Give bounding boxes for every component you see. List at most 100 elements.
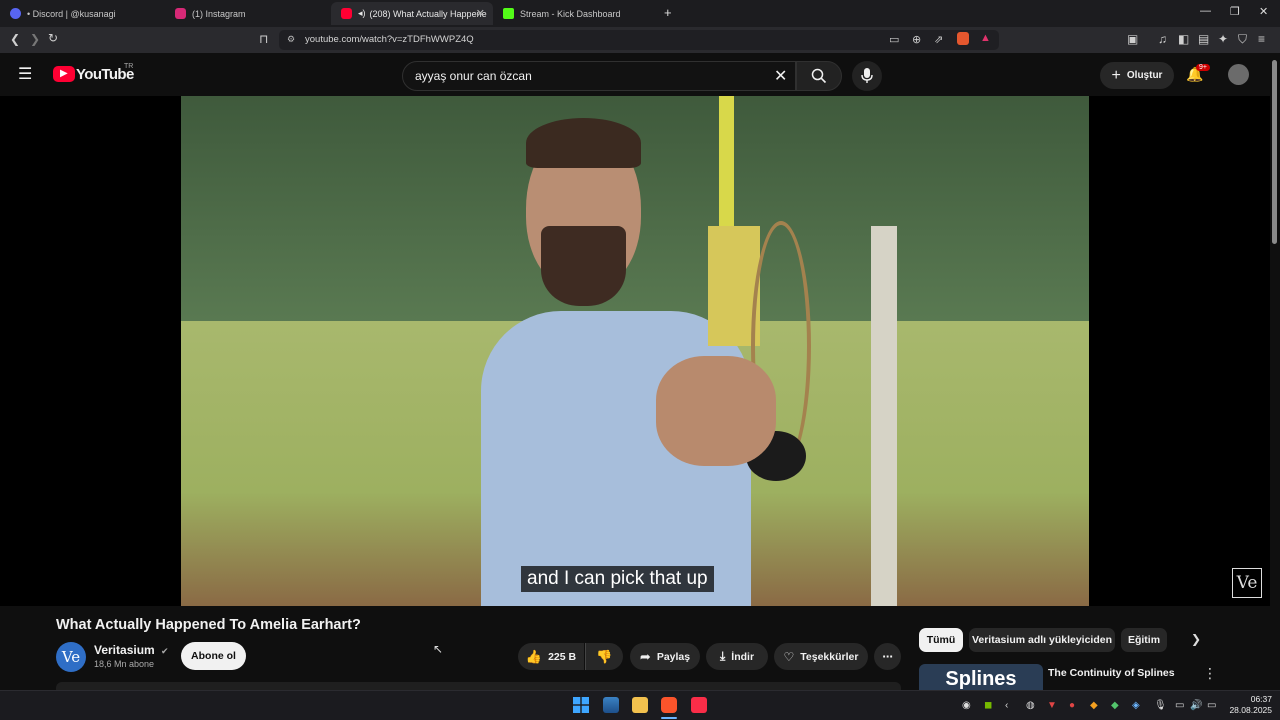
heart-dollar-icon: ♡ (783, 649, 795, 664)
share-icon: ➦ (639, 648, 651, 664)
tray-arrow-icon[interactable]: ‹ (1005, 700, 1008, 711)
menu-icon[interactable]: ≡ (1258, 32, 1265, 46)
url-field[interactable]: ⚙ youtube.com/watch?v=zTDFhWWPZ4Q ▭ ⊕ ⇗ … (279, 30, 999, 50)
sidebar-toggle-icon[interactable]: ▣ (1127, 32, 1138, 46)
tray-red-icon[interactable]: ▼ (1047, 700, 1057, 711)
tray-blue-icon[interactable]: ◈ (1132, 700, 1140, 711)
music-app-icon[interactable] (691, 697, 707, 713)
thanks-button[interactable]: ♡ Teşekkürler (774, 643, 868, 670)
tab-discord[interactable]: • Discord | @kusanagi (0, 2, 165, 25)
verified-icon: ✔ (161, 646, 169, 656)
split-view-icon[interactable]: ◧ (1178, 32, 1189, 46)
channel-avatar[interactable]: Ve (56, 642, 86, 672)
video-frame[interactable] (181, 96, 1089, 606)
volume-icon[interactable]: 🔊 (1190, 700, 1202, 711)
new-tab-button[interactable]: + (664, 5, 672, 20)
video-caption: and I can pick that up (521, 566, 714, 592)
tray-green-icon[interactable]: ◆ (1111, 700, 1119, 711)
back-icon[interactable]: ❮ (10, 32, 20, 46)
video-title: What Actually Happened To Amelia Earhart… (56, 617, 361, 633)
chevron-right-icon[interactable]: ❯ (1191, 632, 1201, 646)
page-scrollbar[interactable] (1272, 60, 1277, 244)
thumbs-down-icon: 👎 (596, 648, 613, 664)
restore-icon[interactable]: ❐ (1230, 5, 1240, 18)
tab-instagram[interactable]: (1) Instagram (165, 2, 330, 25)
widgets-icon[interactable] (603, 697, 619, 713)
music-icon[interactable]: ♫ (1158, 32, 1167, 46)
chip-all[interactable]: Tümü (919, 628, 963, 652)
youtube-header: ☰ ▶ YouTube TR ayyaş onur can özcan ✕ + … (0, 53, 1280, 96)
search-input[interactable]: ayyaş onur can özcan ✕ (402, 61, 796, 91)
hamburger-menu-icon[interactable]: ☰ (18, 64, 32, 84)
related-video-title[interactable]: The Continuity of Splines (1048, 667, 1175, 679)
brave-shield-icon[interactable] (957, 32, 969, 45)
speaker-icon: ◂) (358, 8, 366, 18)
share-button[interactable]: ➦ Paylaş (630, 643, 700, 670)
voice-search-button[interactable] (852, 61, 882, 91)
wallet-icon[interactable]: ▤ (1198, 32, 1209, 46)
create-button[interactable]: + Oluştur (1100, 62, 1174, 89)
tab-label: (208) What Actually Happene (369, 8, 487, 19)
youtube-favicon (341, 8, 352, 19)
thumbs-up-icon: 👍 (525, 648, 543, 664)
more-horizontal-icon: ⋯ (882, 650, 893, 663)
youtube-logo-icon[interactable]: ▶ (53, 66, 75, 82)
brave-browser-icon[interactable] (661, 697, 677, 713)
tray-app-icon[interactable]: ◉ (962, 700, 971, 711)
discord-icon (10, 8, 21, 19)
description-box[interactable] (56, 682, 901, 690)
more-actions-button[interactable]: ⋯ (874, 643, 901, 670)
related-more-icon[interactable]: ⋮ (1203, 665, 1217, 682)
like-button[interactable]: 👍 225 B (518, 643, 584, 670)
system-clock[interactable]: 06:37 28.08.2025 (1228, 694, 1272, 716)
chip-education[interactable]: Eğitim (1121, 628, 1167, 652)
reload-icon[interactable]: ↻ (48, 31, 58, 45)
related-video-thumbnail[interactable]: Splines (919, 664, 1043, 690)
close-tab-icon[interactable]: ✕ (476, 7, 485, 20)
tray-orange-icon[interactable]: ◆ (1090, 700, 1098, 711)
instagram-icon (175, 8, 186, 19)
like-count: 225 B (548, 650, 577, 663)
site-info-icon[interactable]: ⚙ (287, 34, 295, 45)
file-explorer-icon[interactable] (632, 697, 648, 713)
vpn-icon[interactable]: ⛉ (1238, 32, 1247, 47)
account-avatar[interactable] (1228, 64, 1249, 85)
person-hand (656, 356, 776, 466)
create-label: Oluştur (1126, 70, 1163, 81)
steam-icon[interactable]: ◍ (1026, 700, 1035, 711)
tab-youtube-active[interactable]: ◂) (208) What Actually Happene ✕ (331, 2, 493, 25)
windows-taskbar: ◉ ◼ ‹ ◍ ▼ ● ◆ ◆ ◈ 🎙 ▭ 🔊 ▭ 06:37 28.08.20… (0, 690, 1280, 720)
nvidia-icon[interactable]: ◼ (984, 700, 992, 711)
battery-icon[interactable]: ▭ (1207, 700, 1216, 711)
network-icon[interactable]: ▭ (1175, 700, 1184, 711)
clear-search-icon[interactable]: ✕ (774, 66, 787, 86)
close-window-icon[interactable]: ✕ (1259, 5, 1268, 18)
kick-icon (503, 8, 514, 19)
tab-kick[interactable]: Stream - Kick Dashboard (493, 2, 658, 25)
download-button[interactable]: ⤓ İndir (706, 643, 768, 670)
search-button[interactable] (796, 61, 842, 91)
cast-icon[interactable]: ▭ (889, 33, 899, 46)
tray-record-icon[interactable]: ● (1069, 700, 1075, 711)
download-icon: ⤓ (719, 649, 726, 663)
address-bar-row: ❮ ❯ ↻ ⊓ ⚙ youtube.com/watch?v=zTDFhWWPZ4… (0, 27, 1280, 53)
mouse-cursor-icon: ↖ (433, 642, 444, 656)
channel-name[interactable]: Veritasium ✔ (94, 643, 169, 657)
region-code: TR (124, 63, 134, 70)
dislike-button[interactable]: 👎 (585, 643, 623, 670)
chip-from-uploader[interactable]: Veritasium adlı yükleyiciden (969, 628, 1115, 652)
zoom-icon[interactable]: ⊕ (912, 33, 921, 46)
person-beard (541, 226, 626, 306)
forward-icon[interactable]: ❯ (30, 32, 40, 46)
bookmark-icon[interactable]: ⊓ (259, 32, 268, 46)
tray-mic-icon[interactable]: 🎙 (1154, 700, 1167, 711)
channel-watermark[interactable]: Ve (1232, 568, 1262, 598)
leo-ai-icon[interactable]: ✦ (1218, 32, 1228, 46)
minimize-icon[interactable]: — (1200, 5, 1211, 17)
brave-rewards-icon[interactable]: ▲ (980, 32, 991, 44)
tab-label: • Discord | @kusanagi (27, 8, 116, 19)
windows-start-icon[interactable] (573, 697, 589, 713)
share-page-icon[interactable]: ⇗ (934, 33, 943, 46)
video-player[interactable]: and I can pick that up Ve (0, 96, 1270, 606)
subscribe-button[interactable]: Abone ol (181, 642, 246, 670)
